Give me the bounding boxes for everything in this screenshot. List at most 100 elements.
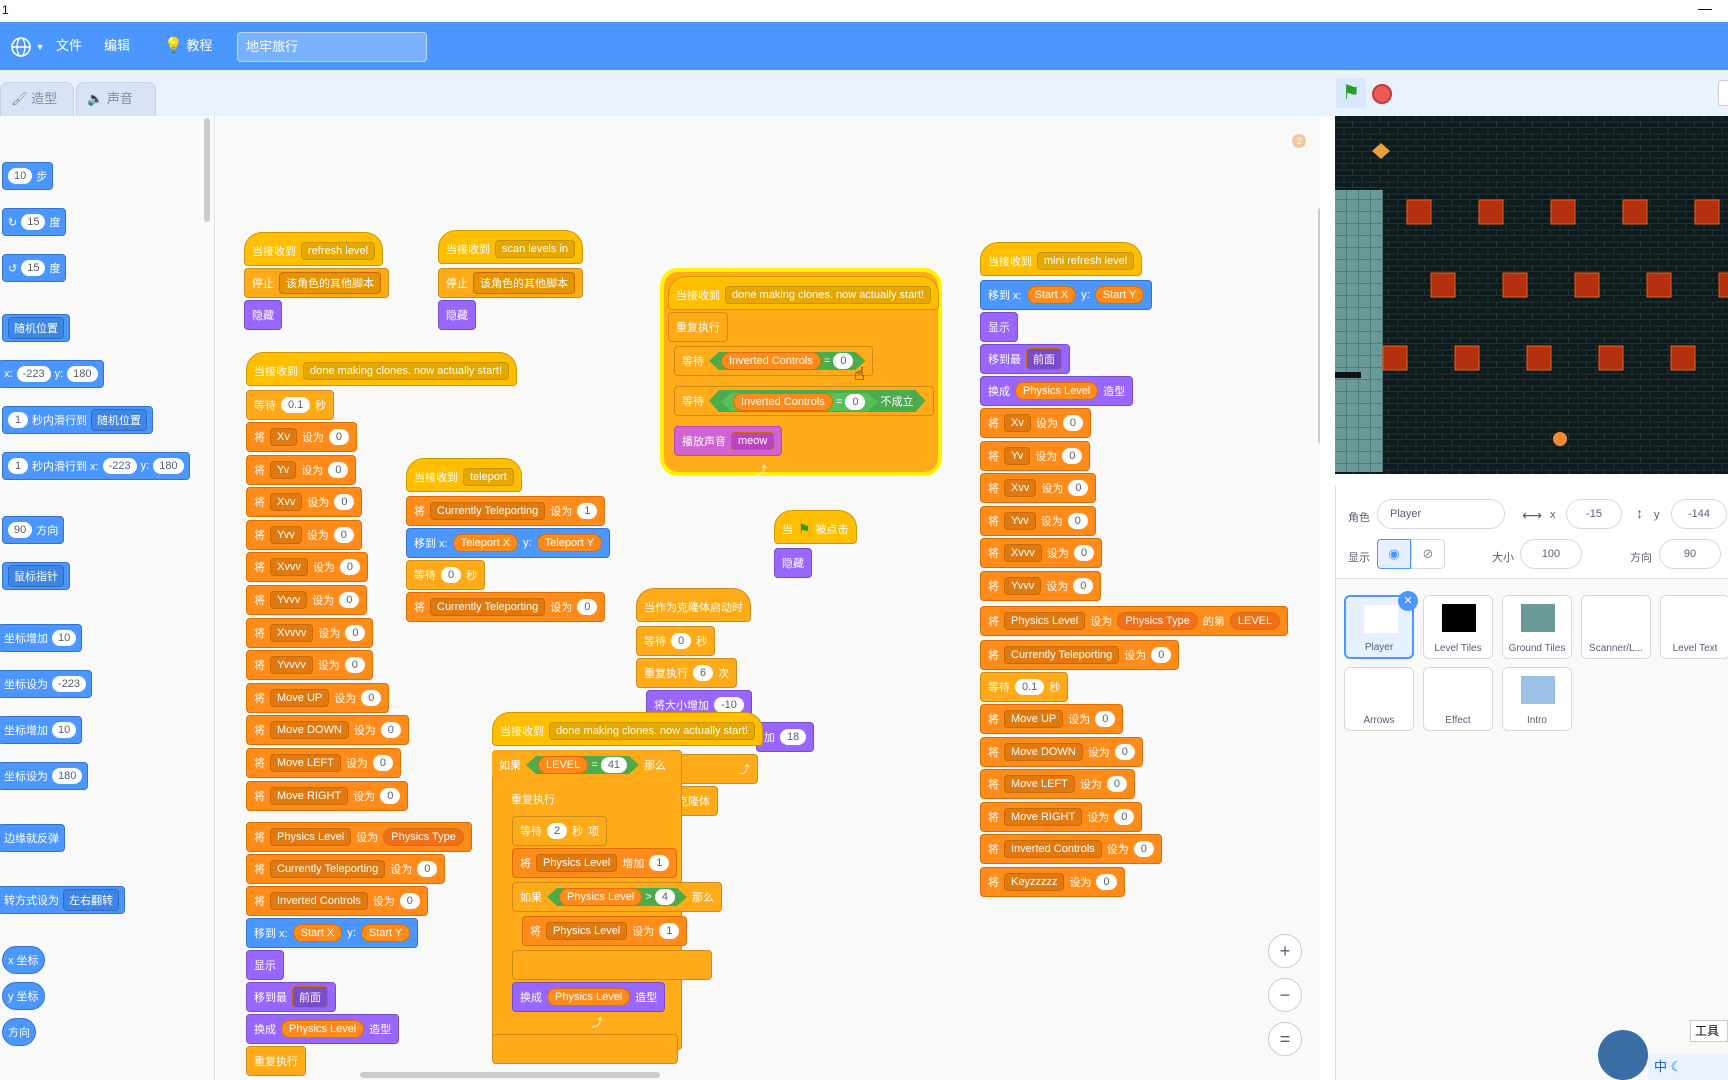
change-effect-block[interactable]: 加 18 (756, 722, 815, 752)
message-dropdown[interactable]: done making clones. now actually start! (549, 722, 755, 740)
message-dropdown[interactable]: scan levels in (495, 240, 576, 258)
set-x-input[interactable]: -223 (52, 676, 87, 692)
zoom-out-button[interactable]: − (1268, 978, 1302, 1012)
hat-when-receive-scan[interactable]: 当接收到 scan levels in (438, 230, 584, 264)
set-teleporting-block[interactable]: 将 Currently Teleporting 设为 1 (406, 496, 606, 526)
physics-level-reporter[interactable]: Physics Level (1015, 382, 1099, 400)
go-to-layer-block[interactable]: 移到最 前面 (246, 982, 336, 1012)
wait-input[interactable]: 0 (671, 633, 692, 649)
variable-dropdown[interactable]: Yv (1004, 446, 1031, 465)
tab-costumes[interactable]: 🖌 造型 (0, 82, 74, 116)
sprite-thumbnail[interactable]: Scanner/L... (1581, 595, 1651, 659)
variable-dropdown[interactable]: Yvvvv (270, 656, 313, 675)
variable-dropdown[interactable]: Move UP (1004, 710, 1064, 728)
variable-dropdown[interactable]: Xvvvv (270, 623, 314, 642)
set-variable-block[interactable]: 将 Xvvv 设为 0 (980, 538, 1102, 569)
physics-level-reporter[interactable]: Physics Level (559, 888, 642, 906)
glide2-x-input[interactable]: -223 (102, 458, 137, 474)
value-input[interactable]: 0 (380, 787, 401, 804)
value-input[interactable]: 0 (417, 861, 438, 877)
play-sound-block[interactable]: 播放声音 meow (674, 426, 783, 456)
palette-change-y[interactable]: 坐标增加 10 (0, 716, 83, 744)
value-input[interactable]: 0 (1067, 512, 1088, 529)
set-variable-block[interactable]: 将 Xv 设为 0 (246, 422, 357, 452)
repeat-block[interactable]: 重复执行 6 次 (636, 658, 738, 688)
sprite-x-input[interactable]: -15 (1566, 499, 1622, 529)
set-variable-block[interactable]: 将 Move DOWN 设为 0 (246, 715, 409, 746)
set-variable-block[interactable]: 将 Xvv 设为 0 (980, 473, 1097, 504)
compare-value[interactable]: 4 (655, 889, 675, 905)
value-input[interactable]: 0 (1068, 480, 1089, 497)
goto-target-dropdown[interactable]: 随机位置 (8, 317, 64, 339)
inverted-controls-reporter[interactable]: Inverted Controls (721, 352, 821, 370)
set-variable-block[interactable]: 将 Keyzzzzz 设为 0 (980, 867, 1125, 897)
delete-sprite-button[interactable]: ✕ (1398, 591, 1418, 611)
ime-indicator[interactable]: 中 ☾ (1648, 1054, 1728, 1080)
sprite-thumbnail[interactable]: Level Tiles (1423, 595, 1493, 659)
hide-block[interactable]: 隐藏 (774, 548, 812, 578)
goto-y-input[interactable]: 180 (67, 366, 98, 382)
set-variable-block[interactable]: 将 Xv 设为 0 (980, 408, 1091, 438)
set-variable-block[interactable]: 将 Yvvv 设为 0 (246, 585, 368, 615)
hat-when-receive-start[interactable]: 当接收到 done making clones. now actually sta… (492, 712, 763, 746)
set-physics-level-block[interactable]: 将 Physics Level 设为 Physics Type 的第 LEVEL (980, 606, 1289, 636)
change-y-input[interactable]: 10 (52, 722, 77, 738)
turn-left-input[interactable]: 15 (21, 260, 46, 276)
variable-dropdown[interactable]: Move UP (270, 688, 330, 707)
set-variable-block[interactable]: 将 Move LEFT 设为 0 (246, 748, 401, 778)
point-towards-dropdown[interactable]: 鼠标指针 (8, 565, 64, 587)
variable-dropdown[interactable]: Yvvv (1004, 577, 1042, 595)
sprite-thumbnail[interactable]: Intro (1502, 667, 1572, 731)
layer-dropdown[interactable]: 前面 (1026, 348, 1062, 370)
equals-value[interactable]: 0 (845, 394, 865, 410)
value-input[interactable]: 0 (339, 592, 360, 608)
set-variable-block[interactable]: 将 Move DOWN 设为 0 (980, 736, 1143, 767)
glide2-y-input[interactable]: 180 (153, 458, 184, 474)
set-variable-block[interactable]: 将 Move RIGHT 设为 0 (246, 780, 409, 811)
size-input[interactable]: 100 (1520, 539, 1582, 569)
value-input[interactable]: 0 (339, 559, 360, 576)
palette-x-position[interactable]: x 坐标 (2, 946, 45, 974)
hat-when-receive-start[interactable]: 当接收到 done making clones. now actually sta… (668, 276, 939, 310)
palette-set-y[interactable]: 坐标设为 180 (0, 762, 89, 790)
green-flag-button[interactable]: ⚑ (1336, 78, 1366, 108)
change-x-input[interactable]: 10 (52, 630, 77, 646)
palette-bounce[interactable]: 边缘就反弹 (0, 824, 65, 852)
hat-when-receive-teleport[interactable]: 当接收到 teleport (406, 458, 522, 492)
variable-dropdown[interactable]: Currently Teleporting (270, 860, 386, 878)
wait-block[interactable]: 等待 0 秒 (406, 560, 486, 590)
workspace-hscrollbar[interactable] (360, 1072, 660, 1078)
wait-input[interactable]: 0 (441, 567, 462, 583)
palette-goto-random[interactable]: 随机位置 (2, 314, 70, 342)
hide-block[interactable]: 隐藏 (244, 300, 282, 330)
sprite-thumbnail[interactable]: Arrows (1344, 667, 1414, 731)
variable-dropdown[interactable]: Inverted Controls (1004, 840, 1102, 859)
repeat-input[interactable]: 6 (693, 665, 714, 681)
sprite-thumbnail[interactable]: Player ✕ (1344, 591, 1418, 659)
stop-button[interactable] (1372, 84, 1392, 104)
sprite-thumbnail[interactable]: Level Text (1660, 595, 1728, 659)
set-y-input[interactable]: 180 (52, 768, 83, 784)
variable-dropdown[interactable]: Xvvv (270, 558, 308, 577)
set-variable-block[interactable]: 将 Xvv 设为 0 (246, 487, 363, 518)
set-variable-block[interactable]: 将 Xvvv 设为 0 (246, 552, 368, 583)
value-input[interactable]: 0 (1106, 776, 1127, 793)
variable-dropdown[interactable]: Move RIGHT (1004, 807, 1083, 826)
inverted-controls-reporter[interactable]: Inverted Controls (733, 393, 833, 411)
wait-input[interactable]: 0.1 (1015, 679, 1045, 695)
value-input[interactable]: 0 (1062, 415, 1083, 431)
variable-dropdown[interactable]: Xv (1004, 414, 1031, 432)
stage-size-toggle[interactable] (1718, 80, 1728, 106)
set-teleporting-block[interactable]: 将 Currently Teleporting 设为 0 (246, 854, 446, 884)
value-input[interactable]: 1 (577, 503, 598, 519)
set-variable-block[interactable]: 将 Move UP 设为 0 (980, 704, 1124, 734)
variable-dropdown[interactable]: Yv (270, 460, 297, 479)
zoom-reset-button[interactable]: = (1268, 1022, 1302, 1056)
palette-set-x[interactable]: 坐标设为 -223 (0, 670, 93, 698)
zoom-in-button[interactable]: + (1268, 934, 1302, 968)
rotation-dropdown[interactable]: 左右翻转 (63, 889, 119, 911)
variable-dropdown[interactable]: Move DOWN (1004, 742, 1083, 761)
wait-block[interactable]: 等待 0 秒 (636, 626, 716, 656)
stop-block[interactable]: 停止 该角色的其他脚本 (244, 268, 389, 298)
variable-dropdown[interactable]: Physics Level (270, 828, 352, 846)
